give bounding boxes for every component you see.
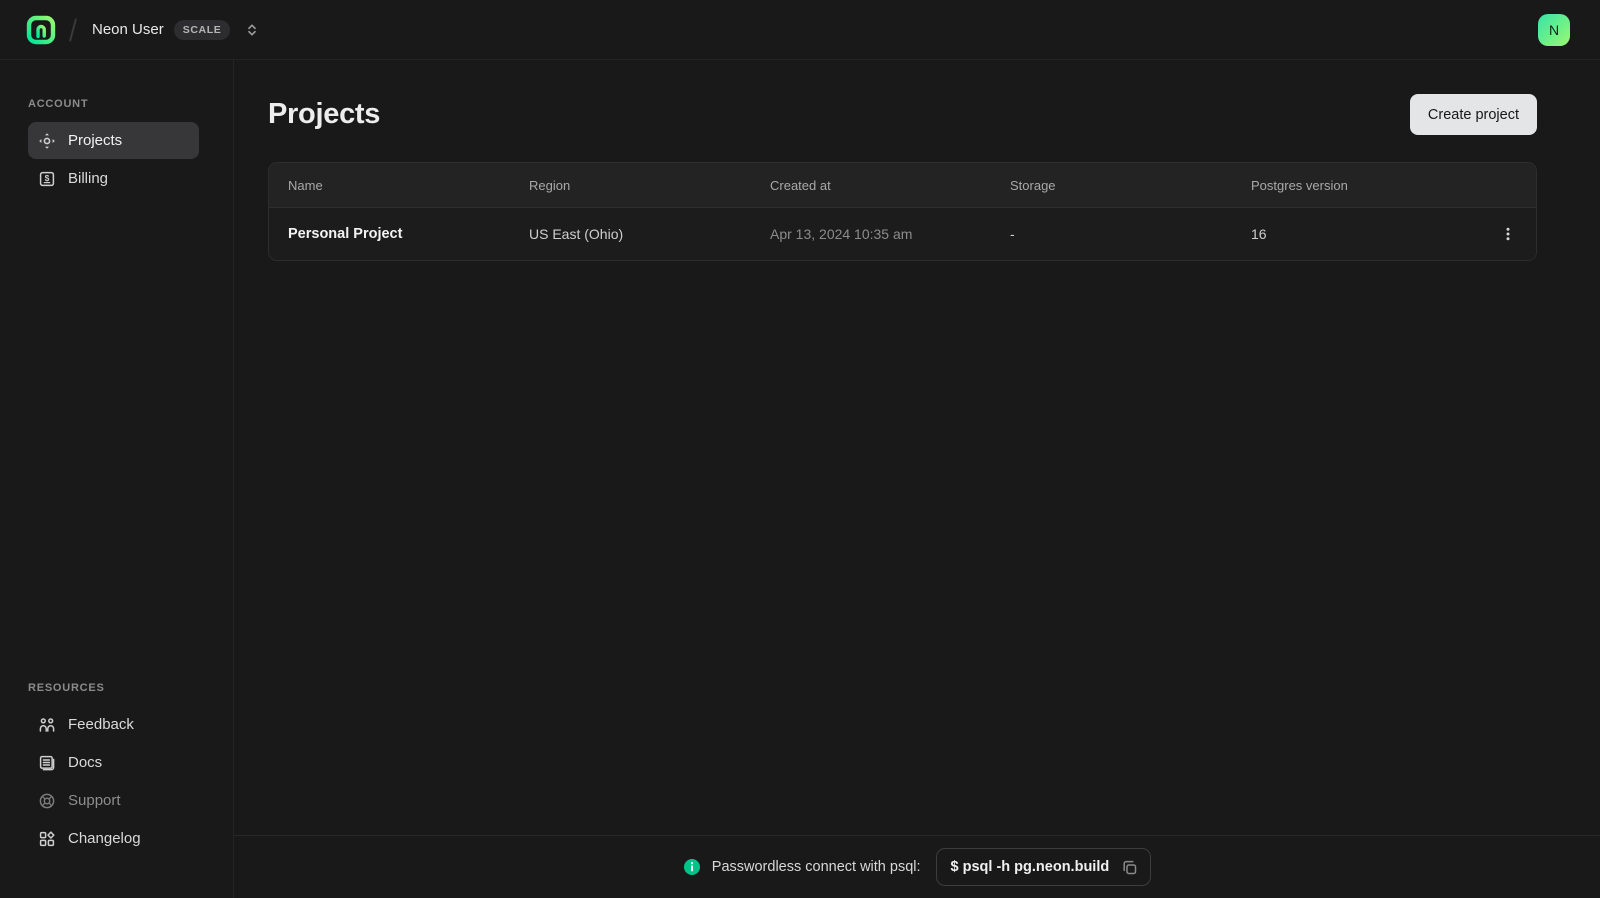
column-header-postgres-version: Postgres version [1251,177,1348,193]
neon-console: Neon User SCALE N ACCOUNT Projects $ Bil… [0,0,1600,898]
org-switcher[interactable]: Neon User SCALE [92,19,260,40]
footer-bar: Passwordless connect with psql: $ psql -… [234,835,1600,898]
sidebar-section-resources: RESOURCES Feedback Docs Support Changelo… [28,682,199,858]
psql-command-box[interactable]: $ psql -h pg.neon.build [935,848,1152,886]
project-actions-cell [1480,220,1536,248]
title-row: Projects Create project [268,94,1537,135]
sidebar-item-label: Projects [68,132,123,149]
table-row[interactable]: Personal Project US East (Ohio) Apr 13, … [269,208,1536,260]
projects-move-icon [38,132,56,150]
column-header-region: Region [529,177,571,193]
column-header-name: Name [288,177,323,193]
sidebar-item-projects[interactable]: Projects [28,122,199,159]
sidebar-item-support[interactable]: Support [28,782,199,819]
project-name-cell[interactable]: Personal Project [269,226,510,242]
sidebar-item-label: Billing [68,170,109,187]
people-icon [38,716,56,734]
document-icon [38,754,56,772]
sidebar-item-feedback[interactable]: Feedback [28,706,199,743]
plan-badge: SCALE [173,19,231,40]
copy-icon[interactable] [1121,859,1138,876]
sidebar-item-label: Support [68,792,121,809]
sidebar-item-changelog[interactable]: Changelog [28,820,199,857]
up-down-chevron-icon[interactable] [244,22,260,38]
top-bar: Neon User SCALE N [0,0,1600,60]
psql-command: $ psql -h pg.neon.build [950,859,1110,875]
sidebar-item-billing[interactable]: $ Billing [28,160,199,197]
account-section-label: ACCOUNT [28,98,89,110]
lifebuoy-icon [38,792,56,810]
create-project-button[interactable]: Create project [1409,94,1537,135]
main-content: Projects Create project Name Region Crea… [234,60,1600,835]
main-area: Projects Create project Name Region Crea… [234,60,1600,898]
squares-grid-icon [38,830,56,848]
breadcrumb-slash [68,17,78,42]
sidebar: ACCOUNT Projects $ Billing RESOURCES Fee… [0,60,234,898]
info-icon [683,859,700,875]
projects-table: Name Region Created at Storage Postgres … [268,162,1537,261]
sidebar-item-label: Feedback [68,716,134,733]
sidebar-section-account: ACCOUNT Projects $ Billing [28,98,199,198]
billing-dollar-icon: $ [38,170,56,188]
neon-logo-icon[interactable] [26,15,56,45]
column-header-created-at: Created at [770,177,831,193]
table-header-row: Name Region Created at Storage Postgres … [269,163,1536,208]
sidebar-item-label: Changelog [68,830,141,847]
sidebar-item-label: Docs [68,754,103,771]
psql-hint-label: Passwordless connect with psql: [711,859,921,875]
kebab-menu-icon[interactable] [1494,220,1522,248]
user-avatar[interactable]: N [1538,13,1570,46]
page-title: Projects [268,98,381,130]
sidebar-item-docs[interactable]: Docs [28,744,199,781]
org-name: Neon User [92,21,164,38]
project-created-at-cell: Apr 13, 2024 10:35 am [770,226,913,242]
svg-text:$: $ [45,172,50,182]
column-header-storage: Storage [1010,177,1056,193]
project-postgres-version-cell: 16 [1251,226,1267,242]
resources-section-label: RESOURCES [28,682,105,694]
project-storage-cell: - [1010,226,1015,242]
project-region-cell: US East (Ohio) [529,226,624,242]
